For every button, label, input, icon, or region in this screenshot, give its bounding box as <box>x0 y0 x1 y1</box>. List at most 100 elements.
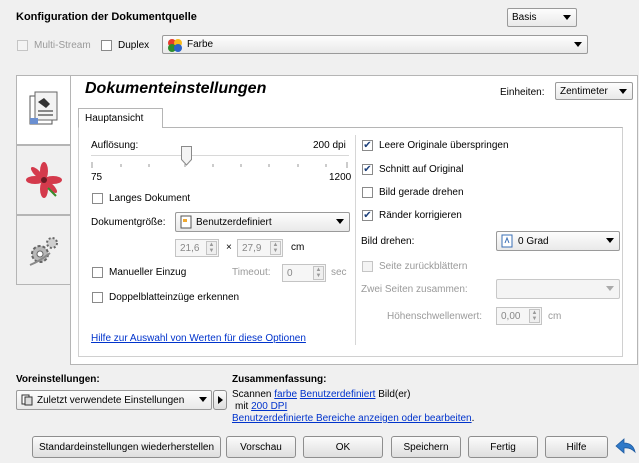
duplex-label: Duplex <box>118 40 150 51</box>
summary-regions-link[interactable]: Benutzerdefinierte Bereiche anzeigen ode… <box>232 413 472 424</box>
gears-icon <box>29 237 58 266</box>
summary-images-text: Bild(er) <box>375 389 411 400</box>
chevron-down-icon <box>606 238 614 243</box>
height-threshold-value: 0,00 <box>501 310 521 322</box>
rotate-label: Bild drehen: <box>361 236 415 247</box>
chevron-down-icon <box>606 286 614 291</box>
help-options-link[interactable]: Hilfe zur Auswahl von Werten für diese O… <box>91 333 306 344</box>
column-divider <box>355 135 356 345</box>
ok-button[interactable]: OK <box>303 436 383 458</box>
mode-select[interactable]: Basis <box>507 8 577 27</box>
tab-main-view-label: Hauptansicht <box>85 113 144 124</box>
back-arrow-icon[interactable] <box>615 437 637 457</box>
width-spinner[interactable]: ▲ ▼ <box>206 241 217 255</box>
timeout-value: 0 <box>287 267 293 279</box>
dialog-window: { "header": { "title": "Konfiguration de… <box>0 0 639 463</box>
timeout-label: Timeout: <box>232 267 271 278</box>
slider-max-label: 1200 <box>329 172 352 183</box>
resolution-slider-ticks <box>91 162 348 168</box>
double-feed-label: Doppelblatteinzüge erkennen <box>109 292 240 303</box>
summary-scan-text: Scannen <box>232 389 275 400</box>
height-field[interactable]: 27,9 ▲ ▼ <box>237 239 283 257</box>
slider-min-label: 75 <box>91 172 103 183</box>
straighten-checkbox[interactable] <box>362 187 373 198</box>
crop-checkbox[interactable]: ✔ <box>362 164 373 175</box>
long-document-checkbox[interactable] <box>92 193 103 204</box>
chevron-down-icon <box>619 89 627 94</box>
multistream-checkbox[interactable] <box>17 40 28 51</box>
skip-blank-label: Leere Originale überspringen <box>379 140 509 151</box>
summary-with-text: mit <box>235 401 252 412</box>
panel-title: Dokumenteinstellungen <box>85 80 267 97</box>
document-size-value: Benutzerdefiniert <box>196 216 272 228</box>
summary-line-1: Scannen farbe Benutzerdefiniert Bild(er) <box>232 389 410 400</box>
height-spinner[interactable]: ▲ ▼ <box>270 241 281 255</box>
merge-select[interactable] <box>496 279 620 299</box>
resolution-value: 200 dpi <box>313 140 346 151</box>
save-button[interactable]: Speichern <box>391 436 461 458</box>
width-field[interactable]: 21,6 ▲ ▼ <box>175 239 219 257</box>
presets-select[interactable]: Zuletzt verwendete Einstellungen <box>16 390 212 410</box>
crop-label: Schnitt auf Original <box>379 164 464 175</box>
summary-color-link[interactable]: farbe <box>274 389 297 400</box>
restore-defaults-button[interactable]: Standardeinstellungen wiederherstellen <box>32 436 221 458</box>
resolution-label: Auflösung: <box>91 140 139 151</box>
size-unit-label: cm <box>291 242 305 253</box>
manual-feed-label: Manueller Einzug <box>109 267 187 278</box>
units-label: Einheiten: <box>500 87 545 98</box>
summary-line-2: mit 200 DPI <box>235 401 287 412</box>
timeout-field[interactable]: 0 ▲ ▼ <box>282 264 326 282</box>
height-threshold-label: Höhenschwellenwert: <box>387 311 483 322</box>
timeout-spinner[interactable]: ▲ ▼ <box>313 266 324 280</box>
tab-image-settings[interactable] <box>16 145 71 215</box>
help-button[interactable]: Hilfe <box>545 436 608 458</box>
long-document-label: Langes Dokument <box>109 193 191 204</box>
double-feed-checkbox[interactable] <box>92 292 103 303</box>
timeout-unit: sec <box>331 267 347 278</box>
multistream-label: Multi-Stream <box>34 40 91 51</box>
skip-blank-checkbox[interactable]: ✔ <box>362 140 373 151</box>
document-size-label: Dokumentgröße: <box>91 217 166 228</box>
edges-checkbox[interactable]: ✔ <box>362 210 373 221</box>
straighten-label: Bild gerade drehen <box>379 187 464 198</box>
mode-select-value: Basis <box>512 12 537 23</box>
document-size-select[interactable]: Benutzerdefiniert <box>175 212 350 232</box>
height-value: 27,9 <box>242 242 262 254</box>
resolution-slider-track[interactable] <box>91 155 349 157</box>
page-rotate-icon <box>501 234 513 248</box>
rotate-select[interactable]: 0 Grad <box>496 231 620 251</box>
edges-label: Ränder korrigieren <box>379 210 462 221</box>
width-value: 21,6 <box>180 242 200 254</box>
tab-document-settings[interactable] <box>16 75 71 145</box>
document-settings-icon <box>29 91 58 125</box>
height-threshold-field[interactable]: 0,00 ▲ ▼ <box>496 307 542 325</box>
chevron-down-icon <box>563 15 571 20</box>
chevron-right-icon <box>217 396 223 404</box>
duplex-checkbox[interactable] <box>101 40 112 51</box>
preview-button[interactable]: Vorschau <box>226 436 296 458</box>
page-size-icon <box>180 215 192 229</box>
times-sign: × <box>226 242 232 253</box>
checkmark-icon: ✔ <box>363 139 372 151</box>
presets-label: Voreinstellungen: <box>16 374 100 385</box>
checkmark-icon: ✔ <box>363 163 372 175</box>
merge-label: Zwei Seiten zusammen: <box>361 284 468 295</box>
summary-size-link[interactable]: Benutzerdefiniert <box>300 389 376 400</box>
height-threshold-spinner[interactable]: ▲ ▼ <box>529 309 540 323</box>
color-palette-icon <box>168 38 182 52</box>
flip-page-checkbox[interactable] <box>362 261 373 272</box>
presets-value: Zuletzt verwendete Einstellungen <box>37 394 185 406</box>
presets-menu-button[interactable] <box>213 390 227 410</box>
chevron-down-icon <box>574 42 582 47</box>
summary-line-3: Benutzerdefinierte Bereiche anzeigen ode… <box>232 413 475 424</box>
tab-advanced-settings[interactable] <box>16 215 71 285</box>
flip-page-label: Seite zurückblättern <box>379 261 468 272</box>
manual-feed-checkbox[interactable] <box>92 267 103 278</box>
summary-dpi-link[interactable]: 200 DPI <box>251 401 287 412</box>
units-select[interactable]: Zentimeter <box>555 82 633 100</box>
done-button[interactable]: Fertig <box>468 436 538 458</box>
height-threshold-unit: cm <box>548 311 562 322</box>
tab-main-view[interactable]: Hauptansicht <box>78 108 163 128</box>
chevron-down-icon <box>336 219 344 224</box>
color-select[interactable]: Farbe <box>162 35 588 54</box>
